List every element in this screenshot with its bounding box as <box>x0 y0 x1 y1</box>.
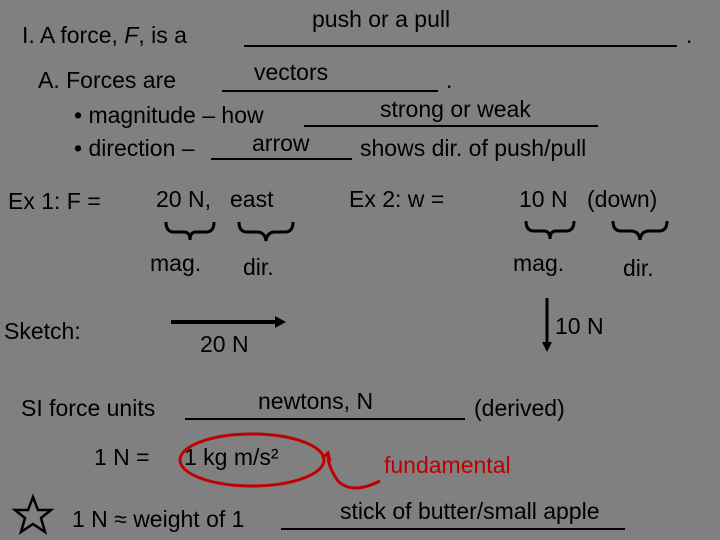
ex2-dir-brace <box>611 220 669 241</box>
star-icon <box>11 493 55 535</box>
annotation-circle <box>178 432 326 488</box>
ex1-mag-brace <box>164 221 216 241</box>
ex2-mag-brace <box>524 220 576 240</box>
down-arrow-head <box>542 342 552 352</box>
annotation-connector <box>326 454 381 490</box>
east-arrow-head <box>275 316 286 328</box>
drawing-layer <box>11 220 669 535</box>
ex1-dir-brace <box>237 221 295 242</box>
